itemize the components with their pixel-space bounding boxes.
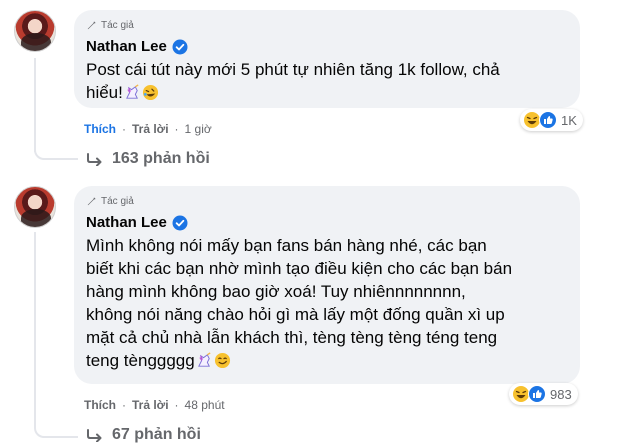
thread-connector [34,140,78,160]
reply-button[interactable]: Trả lời [132,122,169,136]
pencil-icon [87,20,96,29]
reaction-count: 983 [550,386,572,402]
replies-count-label: 163 phản hồi [112,150,210,167]
comment-time[interactable]: 48 phút [185,398,225,412]
reaction-summary[interactable]: 983 [509,383,578,405]
author-badge-label: Tác giả [101,195,134,207]
replies-count-label: 67 phản hồi [112,426,201,443]
verified-badge-icon [172,215,188,230]
comment-thread: Tác giả Nathan Lee Post cái tút này mới … [0,0,640,445]
author-badge-label: Tác giả [101,19,134,31]
rofl-emoji-icon [142,84,158,101]
view-replies-link[interactable]: 67 phản hồi [86,426,201,444]
avatar[interactable] [14,10,56,52]
separator-dot: · [174,398,179,412]
author-name[interactable]: Nathan Lee [86,38,167,55]
like-button[interactable]: Thích [84,122,116,136]
unicorn-emoji-icon [125,84,139,99]
separator-dot: · [122,122,126,136]
thread-connector [34,418,78,438]
comment-actions: Thích · Trả lời · 1 giờ [84,122,212,136]
smirk-emoji-icon [214,352,230,369]
comment-time[interactable]: 1 giờ [185,122,212,136]
author-badge: Tác giả [86,194,568,208]
view-replies-link[interactable]: 163 phản hồi [86,150,210,168]
comment-text: Post cái tút này mới 5 phút tự nhiên tăn… [86,60,500,102]
comment-text: Mình không nói mấy bạn fans bán hàng nhé… [86,236,513,370]
author-name[interactable]: Nathan Lee [86,214,167,231]
like-button[interactable]: Thích [84,398,116,412]
reaction-count: 1K [561,112,577,128]
comment-actions: Thích · Trả lời · 48 phút [84,398,225,412]
reply-arrow-icon [87,429,102,442]
unicorn-emoji-icon [197,352,211,367]
reaction-summary[interactable]: 1K [520,109,583,131]
reply-button[interactable]: Trả lời [132,398,169,412]
like-reaction-icon [539,111,557,129]
thread-line [34,58,36,152]
like-reaction-icon [528,385,546,403]
thread-line [34,232,36,422]
separator-dot: · [174,122,179,136]
separator-dot: · [122,398,126,412]
comment-bubble: Tác giả Nathan Lee Mình không nói mấy bạ… [74,186,580,384]
verified-badge-icon [172,39,188,54]
author-badge: Tác giả [86,18,568,32]
comment-bubble: Tác giả Nathan Lee Post cái tút này mới … [74,10,580,108]
avatar[interactable] [14,186,56,228]
reply-arrow-icon [87,153,102,166]
pencil-icon [87,196,96,205]
